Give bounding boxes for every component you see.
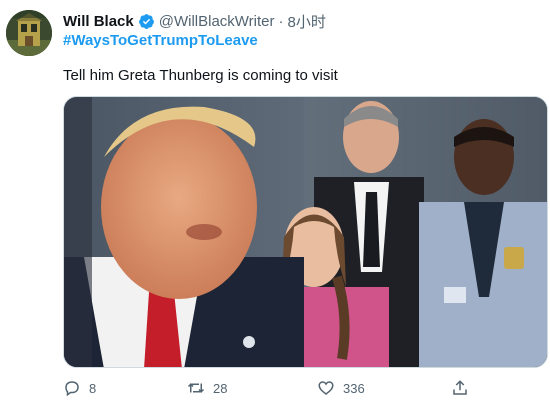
tweet-photo[interactable] — [63, 96, 548, 368]
reply-icon — [65, 381, 79, 397]
share-icon — [453, 380, 467, 395]
avatar-image — [6, 10, 52, 56]
tweet[interactable]: Will Black @WillBlackWriter · 8小时 #WaysT… — [0, 0, 550, 401]
author-name[interactable]: Will Black — [63, 13, 134, 30]
photo-image — [64, 97, 547, 367]
tweet-actions: 8 28 336 — [63, 378, 483, 398]
tweet-timestamp[interactable]: 8小时 — [288, 11, 326, 32]
like-button[interactable]: 336 — [317, 378, 365, 398]
tweet-header: Will Black @WillBlackWriter · 8小时 — [63, 11, 326, 31]
avatar[interactable] — [6, 10, 52, 56]
retweet-count: 28 — [213, 380, 228, 396]
verified-badge-icon — [138, 13, 154, 29]
heart-icon — [318, 381, 334, 395]
retweet-button[interactable]: 28 — [187, 378, 227, 398]
separator-dot: · — [278, 12, 284, 30]
like-count: 336 — [343, 380, 365, 396]
reply-button[interactable]: 8 — [63, 378, 96, 398]
retweet-icon — [187, 383, 205, 393]
tweet-text: Tell him Greta Thunberg is coming to vis… — [63, 67, 338, 84]
share-button[interactable] — [451, 378, 469, 398]
hashtag-link[interactable]: #WaysToGetTrumpToLeave — [63, 32, 258, 49]
author-handle[interactable]: @WillBlackWriter — [159, 13, 275, 30]
reply-count: 8 — [89, 380, 97, 396]
